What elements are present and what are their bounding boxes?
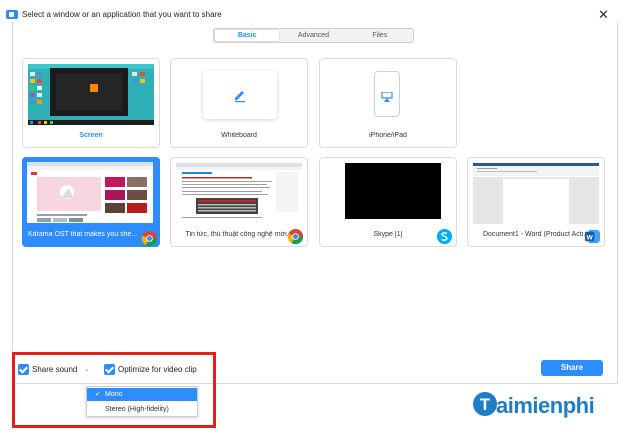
tile-label: Screen <box>79 132 103 139</box>
browser-thumbnail <box>176 163 302 224</box>
tile-iphone-ipad[interactable]: iPhone/iPad <box>319 58 457 148</box>
tab-files[interactable]: Files <box>347 29 413 42</box>
zoom-logo-icon <box>6 10 18 19</box>
tile-screen[interactable]: Screen <box>22 58 160 148</box>
chrome-icon <box>141 230 158 247</box>
desktop-screenshot-thumbnail <box>28 64 154 125</box>
watermark-text: aimienphi <box>496 393 595 418</box>
iphone-outline <box>374 71 400 117</box>
browser-thumbnail <box>27 162 153 223</box>
tile-label: Tin tức, thủ thuật công nghệ mới... <box>185 231 293 238</box>
whiteboard-card <box>203 71 277 119</box>
skype-icon <box>436 228 453 245</box>
tile-chrome-tintuc[interactable]: Tin tức, thủ thuật công nghệ mới... <box>170 157 308 247</box>
tile-label: Document1 - Word (Product Acti... <box>482 231 590 238</box>
chrome-icon <box>287 228 304 245</box>
airplay-icon <box>381 92 393 102</box>
tile-skype[interactable]: Skype [1] <box>319 157 457 247</box>
close-icon[interactable]: ✕ <box>598 8 609 21</box>
share-button[interactable]: Share <box>541 360 603 376</box>
skype-window-thumbnail <box>325 163 451 224</box>
svg-text:W: W <box>587 234 594 241</box>
tile-label: Kdrama OST that makes you she... <box>28 231 138 238</box>
word-icon: W <box>584 229 601 244</box>
pencil-icon <box>235 91 245 103</box>
tab-advanced[interactable]: Advanced <box>280 29 346 42</box>
tile-label: iPhone/iPad <box>369 132 407 139</box>
dialog-title: Select a window or an application that y… <box>22 10 222 19</box>
watermark-logo: T aimienphi <box>472 388 622 424</box>
tile-label: Skype [1] <box>373 231 403 238</box>
tile-whiteboard[interactable]: Whiteboard <box>170 58 308 148</box>
annotation-highlight-box <box>12 352 216 428</box>
tab-bar: Basic Advanced Files <box>213 28 414 43</box>
tile-label: Whiteboard <box>221 132 257 139</box>
tile-word[interactable]: Document1 - Word (Product Acti... W <box>467 157 605 247</box>
tab-basic[interactable]: Basic <box>214 29 281 42</box>
svg-text:T: T <box>480 395 491 414</box>
word-window-thumbnail <box>473 163 599 224</box>
tile-chrome-kdrama[interactable]: Kdrama OST that makes you she... <box>22 157 160 247</box>
